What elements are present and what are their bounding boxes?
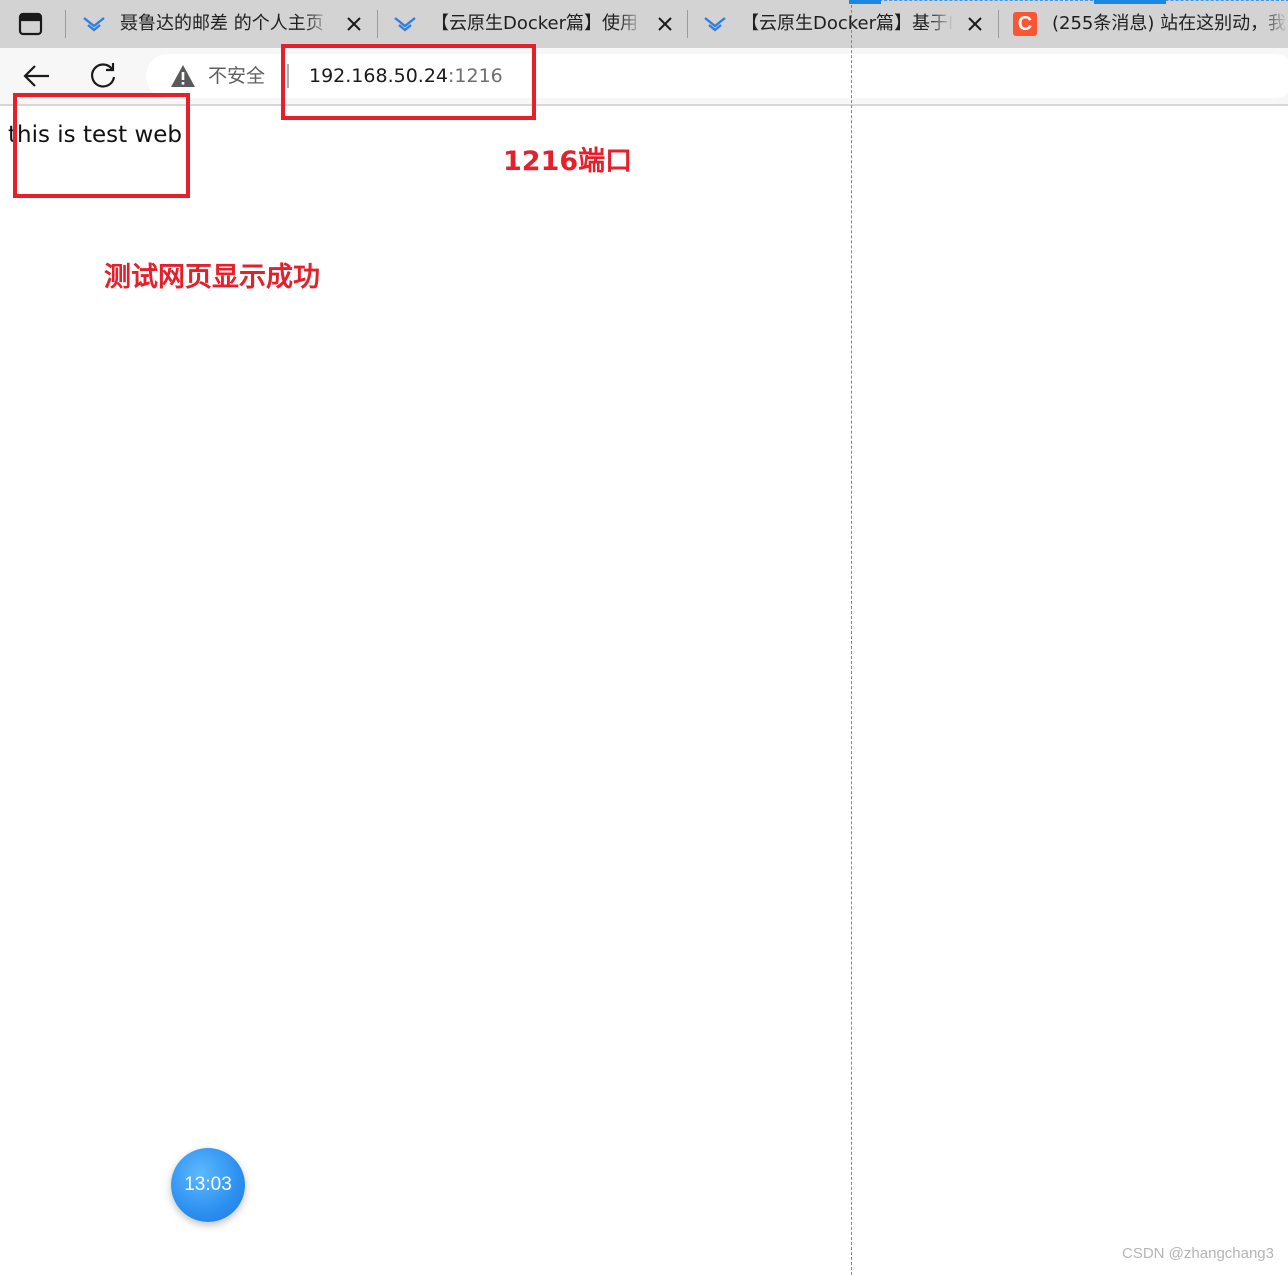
warning-icon[interactable] xyxy=(170,64,196,88)
tab-2[interactable]: 【云原生Docker篇】使用 Docker xyxy=(377,0,687,48)
close-icon[interactable] xyxy=(344,14,364,34)
tab-3[interactable]: 【云原生Docker篇】基于Docker xyxy=(687,0,997,48)
tab-title: (255条消息) 站在这别动，我 xyxy=(1052,13,1287,34)
floating-clock-widget[interactable]: 13:03 xyxy=(171,1148,245,1222)
browser-toolbar: 不安全 192.168.50.24:1216 xyxy=(0,48,1288,106)
content-highlight-box xyxy=(13,93,190,198)
security-label[interactable]: 不安全 xyxy=(208,63,265,89)
split-handle xyxy=(849,0,881,4)
tab-title: 【云原生Docker篇】使用 Docker xyxy=(431,13,643,34)
tab-1[interactable]: 聂鲁达的邮差 的个人主页 - CSDN博客 xyxy=(66,0,376,48)
port-annotation: 1216端口 xyxy=(503,146,633,177)
close-icon[interactable] xyxy=(965,14,985,34)
split-handle xyxy=(1094,0,1166,4)
split-guide-line xyxy=(851,0,852,1275)
tab-title: 【云原生Docker篇】基于Docker xyxy=(741,13,953,34)
refresh-icon[interactable] xyxy=(87,60,119,92)
csdn-blog-icon xyxy=(393,12,417,36)
close-icon[interactable] xyxy=(655,14,675,34)
tab-4[interactable]: C (255条消息) 站在这别动，我 xyxy=(998,0,1288,48)
clock-time: 13:03 xyxy=(184,1174,232,1195)
split-guide-top xyxy=(849,0,1288,1)
csdn-blog-icon xyxy=(703,12,727,36)
success-annotation: 测试网页显示成功 xyxy=(104,262,320,293)
tab-title: 聂鲁达的邮差 的个人主页 - CSDN博客 xyxy=(120,13,330,34)
back-arrow-icon[interactable] xyxy=(21,60,53,92)
tab-actions-icon[interactable] xyxy=(16,10,46,38)
csdn-c-icon: C xyxy=(1013,12,1037,36)
csdn-blog-icon xyxy=(82,12,106,36)
tab-strip: 聂鲁达的邮差 的个人主页 - CSDN博客 【云原生Docker篇】使用 Doc… xyxy=(0,0,1288,48)
watermark: CSDN @zhangchang3 xyxy=(1122,1245,1274,1262)
url-highlight-box xyxy=(281,44,536,120)
